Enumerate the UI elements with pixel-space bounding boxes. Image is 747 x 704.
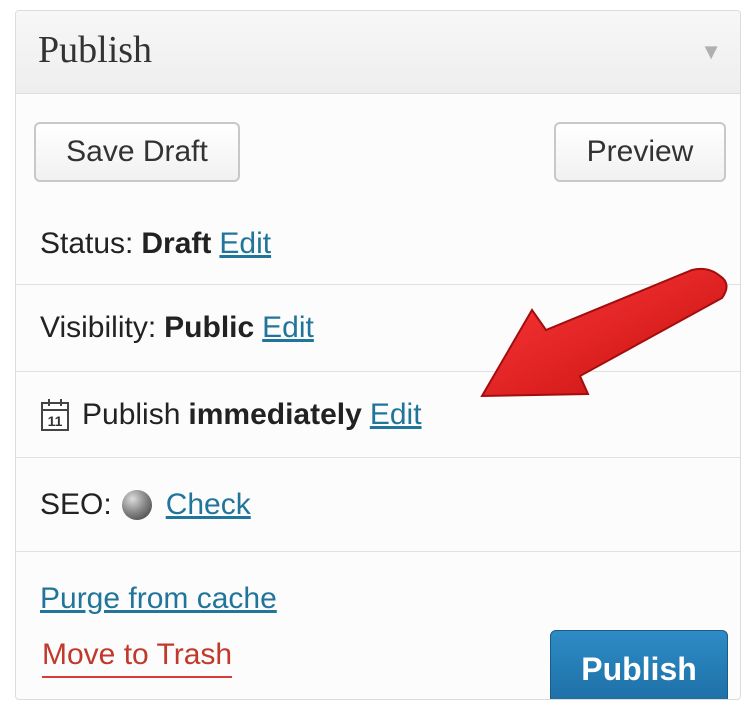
annotation-arrow-icon	[480, 267, 728, 398]
save-draft-button[interactable]: Save Draft	[34, 122, 240, 182]
seo-row: SEO: Check	[16, 458, 740, 552]
visibility-label: Visibility:	[40, 311, 157, 344]
action-buttons: Save Draft Preview	[16, 94, 740, 204]
panel-title: Publish	[38, 29, 153, 71]
move-to-trash-link[interactable]: Move to Trash	[42, 638, 233, 678]
status-orb-icon	[121, 489, 152, 520]
preview-button[interactable]: Preview	[554, 122, 726, 182]
calendar-day: 11	[48, 413, 63, 429]
publish-button[interactable]: Publish	[550, 630, 728, 699]
status-label: Status:	[40, 227, 134, 260]
schedule-value: immediately	[188, 397, 362, 431]
calendar-icon: 11	[41, 398, 69, 431]
panel-header[interactable]: Publish ▼	[16, 11, 740, 94]
status-edit-link[interactable]: Edit	[219, 227, 271, 261]
schedule-edit-link[interactable]: Edit	[370, 398, 422, 432]
visibility-value: Public	[164, 311, 255, 344]
seo-label: SEO:	[40, 487, 112, 521]
triangle-down-icon[interactable]: ▼	[700, 39, 722, 65]
purge-cache-link[interactable]: Purge from cache	[40, 582, 277, 616]
schedule-label: Publish	[82, 397, 181, 431]
visibility-edit-link[interactable]: Edit	[262, 311, 314, 345]
status-value: Draft	[141, 227, 212, 260]
panel-footer: Purge from cache Move to Trash Publish	[16, 552, 740, 699]
seo-check-link[interactable]: Check	[166, 488, 251, 522]
